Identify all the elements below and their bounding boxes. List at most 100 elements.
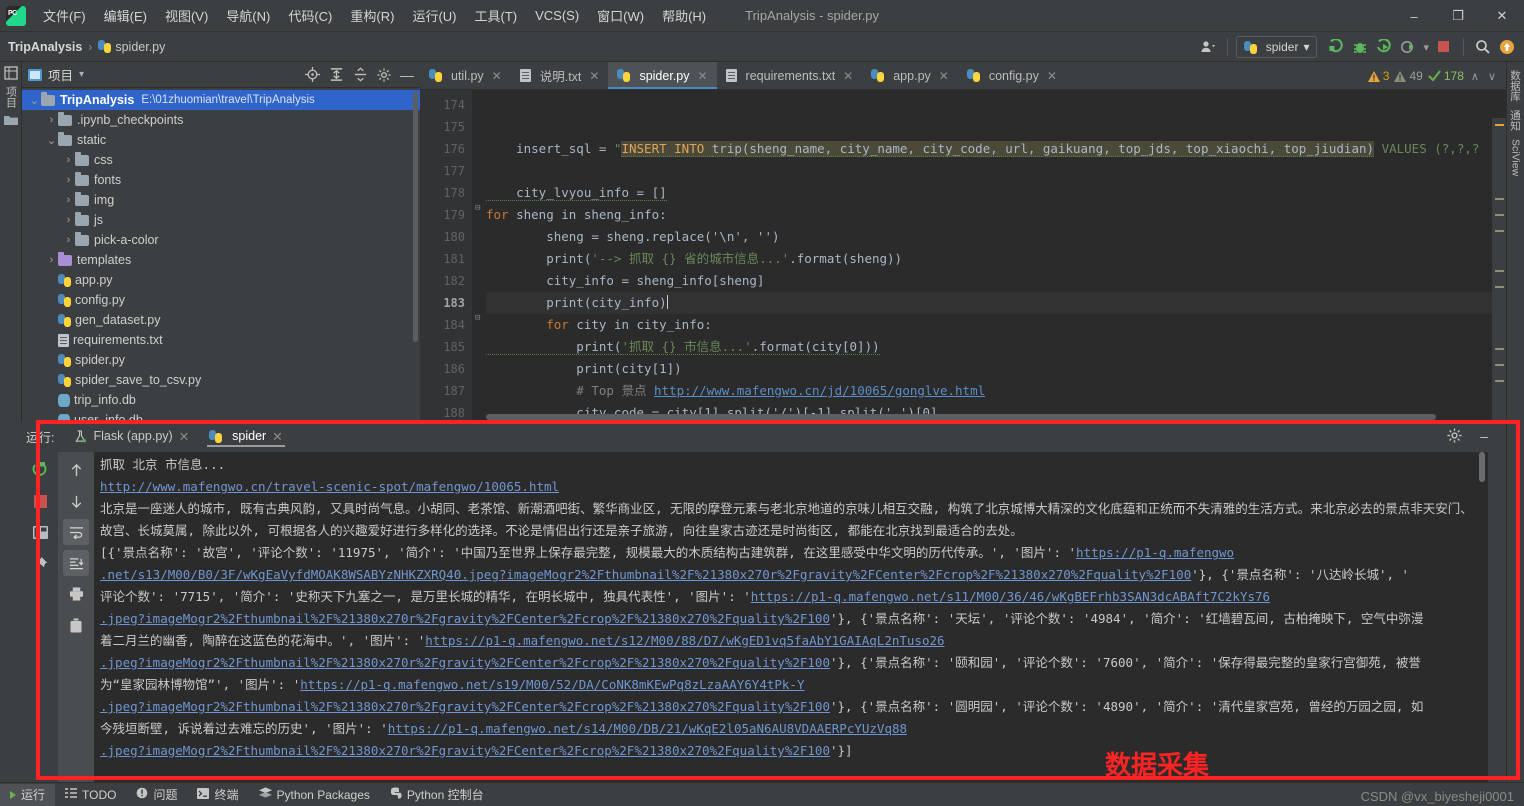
tree-node[interactable]: › templates [22,250,420,270]
menu-file[interactable]: 文件(F) [34,2,95,29]
statusbar-item-run[interactable]: 运行 [0,783,56,806]
console-url-link[interactable]: https://p1-q.mafengwo.net/s14/M00/DB/21/… [388,721,907,736]
chevron-down-icon[interactable]: ▾ [1421,41,1431,54]
user-icon[interactable] [1197,36,1219,58]
settings-icon[interactable] [377,67,391,82]
editor-tab-app-py[interactable]: app.py ✕ [862,62,958,89]
right-strip-label-database[interactable]: 数据库 [1508,70,1523,102]
menu-help[interactable]: 帮助(H) [653,2,715,29]
marker-weak-6[interactable] [1495,348,1504,350]
rerun-icon[interactable] [27,457,53,483]
close-icon[interactable]: ✕ [697,69,707,83]
menu-run[interactable]: 运行(U) [403,2,465,29]
search-icon[interactable] [1472,36,1494,58]
editor-tab-util-py[interactable]: util.py ✕ [420,62,511,89]
fold-marker-184[interactable]: ⊟ [475,314,484,323]
tree-node[interactable]: › .ipynb_checkpoints [22,110,420,130]
chevron-right-icon[interactable]: › [45,254,58,266]
chevron-right-icon[interactable]: › [45,114,58,126]
tree-node[interactable]: spider.py [22,350,420,370]
profile-icon[interactable] [1397,36,1419,58]
console-url-link[interactable]: .jpeg?imageMogr2%2Fthumbnail%2F%21380x27… [100,743,830,758]
project-panel-title[interactable]: 项目 [48,65,73,84]
statusbar-item-python-packages[interactable]: Python Packages [249,784,380,806]
close-icon[interactable]: ✕ [843,69,853,83]
marker-weak-8[interactable] [1495,380,1504,382]
folder-tool-icon[interactable] [0,114,21,126]
marker-weak-3[interactable] [1495,230,1504,232]
fold-marker-179[interactable]: ⊟ [475,204,484,213]
marker-weak-7[interactable] [1495,364,1504,366]
statusbar-item-problems[interactable]: 问题 [126,784,187,806]
editor-tab-requirements-txt[interactable]: requirements.txt ✕ [717,62,863,89]
close-icon[interactable]: ✕ [939,69,949,83]
menu-refactor[interactable]: 重构(R) [341,2,403,29]
chevron-right-icon[interactable]: › [62,234,75,246]
chevron-down-icon[interactable]: ⌄ [28,94,41,107]
console-url-link[interactable]: https://p1-q.mafengwo [1076,545,1234,560]
update-icon[interactable] [1496,36,1518,58]
tree-node[interactable]: ⌄ TripAnalysis E:\01zhuomian\travel\TripAn… [22,90,420,110]
tree-node[interactable]: trip_info.db [22,390,420,410]
marker-weak-2[interactable] [1495,214,1504,216]
console-url-link[interactable]: https://p1-q.mafengwo.net/s11/M00/36/46/… [751,589,1270,604]
close-icon[interactable]: ✕ [589,69,599,83]
tree-node[interactable]: › pick-a-color [22,230,420,250]
debug-icon[interactable] [1349,36,1371,58]
console-url-link[interactable]: http://www.mafengwo.cn/travel-scenic-spo… [100,479,559,494]
run-icon[interactable] [1325,36,1347,58]
console-url-link[interactable]: .jpeg?imageMogr2%2Fthumbnail%2F%21380x27… [100,655,830,670]
editor-tab-spider-py[interactable]: spider.py ✕ [608,62,717,89]
down-arrow-icon[interactable] [63,488,89,514]
stop-icon[interactable] [27,488,53,514]
menu-edit[interactable]: 编辑(E) [95,2,156,29]
trash-icon[interactable] [63,612,89,638]
hide-run-panel-icon[interactable]: – [1480,428,1488,444]
scroll-end-icon[interactable] [63,550,89,576]
chevron-right-icon[interactable]: › [62,214,75,226]
statusbar-item-python-console[interactable]: Python 控制台 [380,784,494,806]
statusbar-item-terminal[interactable]: 终端 [187,784,248,806]
tree-node[interactable]: › img [22,190,420,210]
locate-icon[interactable] [305,67,320,82]
breadcrumb-file[interactable]: spider.py [115,40,165,54]
soft-wrap-icon[interactable] [63,519,89,545]
tree-node[interactable]: spider_save_to_csv.py [22,370,420,390]
chevron-right-icon[interactable]: › [62,174,75,186]
expand-all-icon[interactable] [329,67,344,82]
menu-navigate[interactable]: 导航(N) [217,2,279,29]
editor-marker-strip[interactable] [1492,118,1506,422]
menu-view[interactable]: 视图(V) [156,2,217,29]
console-url-link[interactable]: .jpeg?imageMogr2%2Fthumbnail%2F%21380x27… [100,699,830,714]
weak-warning-count[interactable]: 49 [1394,69,1423,83]
console-url-link[interactable]: .jpeg?imageMogr2%2Fthumbnail%2F%21380x27… [100,611,830,626]
chevron-right-icon[interactable]: › [62,194,75,206]
run-configuration-selector[interactable]: spider ▾ [1235,36,1318,58]
tree-node[interactable]: › css [22,150,420,170]
previous-problem-icon[interactable]: ∧ [1469,70,1481,83]
tree-node[interactable]: user_info.db [22,410,420,422]
menu-vcs[interactable]: VCS(S) [526,4,588,27]
stop-icon[interactable] [1433,36,1455,58]
run-tab-spider[interactable]: spider ✕ [199,422,293,450]
tree-node[interactable]: config.py [22,290,420,310]
print-icon[interactable] [63,581,89,607]
marker-weak-5[interactable] [1495,286,1504,288]
project-tool-icon[interactable] [0,66,21,80]
project-scrollbar[interactable] [413,92,418,342]
editor-tab-说明-txt[interactable]: 说明.txt ✕ [511,62,609,89]
next-problem-icon[interactable]: ∨ [1486,70,1498,83]
project-tree[interactable]: ⌄ TripAnalysis E:\01zhuomian\travel\TripAn… [22,88,420,422]
tree-node[interactable]: requirements.txt [22,330,420,350]
close-button[interactable]: ✕ [1480,0,1524,32]
marker-weak-4[interactable] [1495,270,1504,272]
menu-window[interactable]: 窗口(W) [588,2,653,29]
run-settings-icon[interactable] [1447,428,1462,448]
console-scrollbar[interactable] [1479,452,1485,482]
ok-count[interactable]: 178 [1428,69,1464,83]
coverage-icon[interactable] [1373,36,1395,58]
tree-node[interactable]: › js [22,210,420,230]
breadcrumb-project[interactable]: TripAnalysis [8,40,82,54]
hide-panel-icon[interactable]: — [400,68,414,82]
chevron-right-icon[interactable]: › [62,154,75,166]
